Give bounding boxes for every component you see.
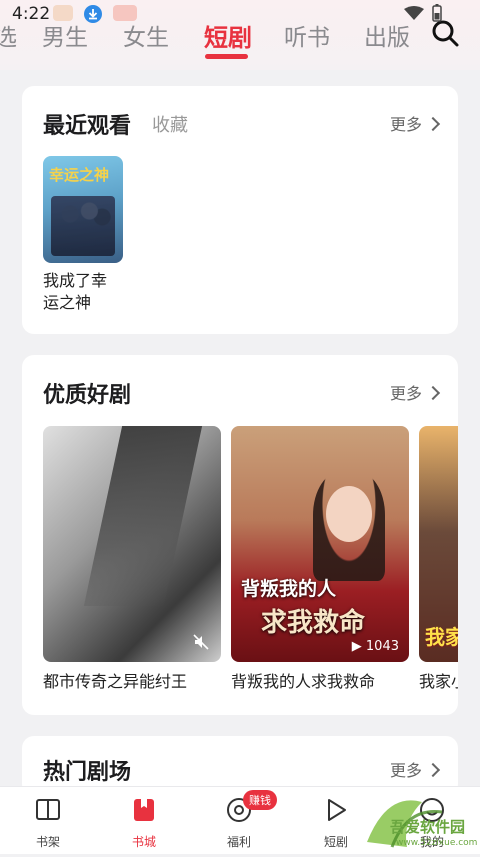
- poster-overlay-title-1: 背叛我的人: [241, 578, 337, 600]
- poster-overlay-title-2: 求我救命: [261, 608, 366, 638]
- site-watermark: 吾爱软件园 www.52zixue.com: [362, 772, 480, 853]
- nav-welfare-label: 福利: [226, 835, 251, 849]
- mute-icon[interactable]: [193, 634, 209, 650]
- poster-figure: [83, 426, 203, 606]
- poster-overlay-title-3: 我家: [425, 625, 458, 649]
- nav-bookshelf-label: 书架: [35, 835, 60, 849]
- play-icon: [328, 799, 346, 821]
- drama-poster-1[interactable]: [43, 426, 221, 662]
- status-time: 4:22: [12, 4, 51, 24]
- nav-bookstore-label: 书城: [131, 835, 156, 849]
- earn-badge: 赚钱: [243, 790, 277, 810]
- play-count: ▶ 1043: [351, 639, 399, 654]
- recent-title: 最近观看: [43, 114, 132, 139]
- drama-title-2[interactable]: 背叛我的人求我救命: [231, 671, 375, 693]
- app-notification-icon-2: [113, 5, 137, 21]
- recent-more-link[interactable]: 更多: [390, 111, 441, 135]
- book-open-icon: [36, 799, 60, 820]
- quality-title: 优质好剧: [43, 383, 132, 408]
- download-icon: [84, 5, 102, 23]
- recent-card: 最近观看 收藏 更多 幸运之神 我成了幸 运之神: [22, 86, 458, 334]
- wifi-icon: [404, 6, 424, 20]
- theater-title: 热门剧场: [43, 760, 132, 785]
- quality-card: 优质好剧 更多 都市传奇之异能纣王 背叛我的人 求我救命 ▶ 1043 背叛我的…: [22, 355, 458, 715]
- chevron-right-icon: [425, 385, 441, 401]
- watermark-text: 吾爱软件园: [390, 818, 466, 836]
- drama-title-3[interactable]: 我家小: [419, 671, 458, 693]
- battery-icon: [432, 4, 442, 22]
- poster-hair: [313, 471, 385, 581]
- quality-more-link[interactable]: 更多: [390, 380, 441, 404]
- drama-poster-2[interactable]: 背叛我的人 求我救命 ▶ 1043: [231, 426, 409, 662]
- bookmark-icon: [134, 799, 154, 821]
- active-tab-indicator: [205, 54, 248, 59]
- drama-poster-3[interactable]: 我家: [419, 426, 458, 662]
- status-bar: 4:22: [0, 0, 480, 24]
- play-small-icon: ▶: [351, 639, 366, 654]
- recent-poster[interactable]: 幸运之神: [43, 156, 123, 263]
- app-notification-icon: [53, 5, 73, 21]
- poster-figures: [51, 196, 115, 256]
- watermark-url: www.52zixue.com: [396, 838, 478, 848]
- chevron-right-icon: [425, 116, 441, 132]
- recent-item-title[interactable]: 我成了幸 运之神: [43, 270, 107, 314]
- poster-title-art: 幸运之神: [49, 166, 110, 184]
- favorites-tab[interactable]: 收藏: [152, 111, 188, 137]
- drama-title-1[interactable]: 都市传奇之异能纣王: [43, 671, 187, 693]
